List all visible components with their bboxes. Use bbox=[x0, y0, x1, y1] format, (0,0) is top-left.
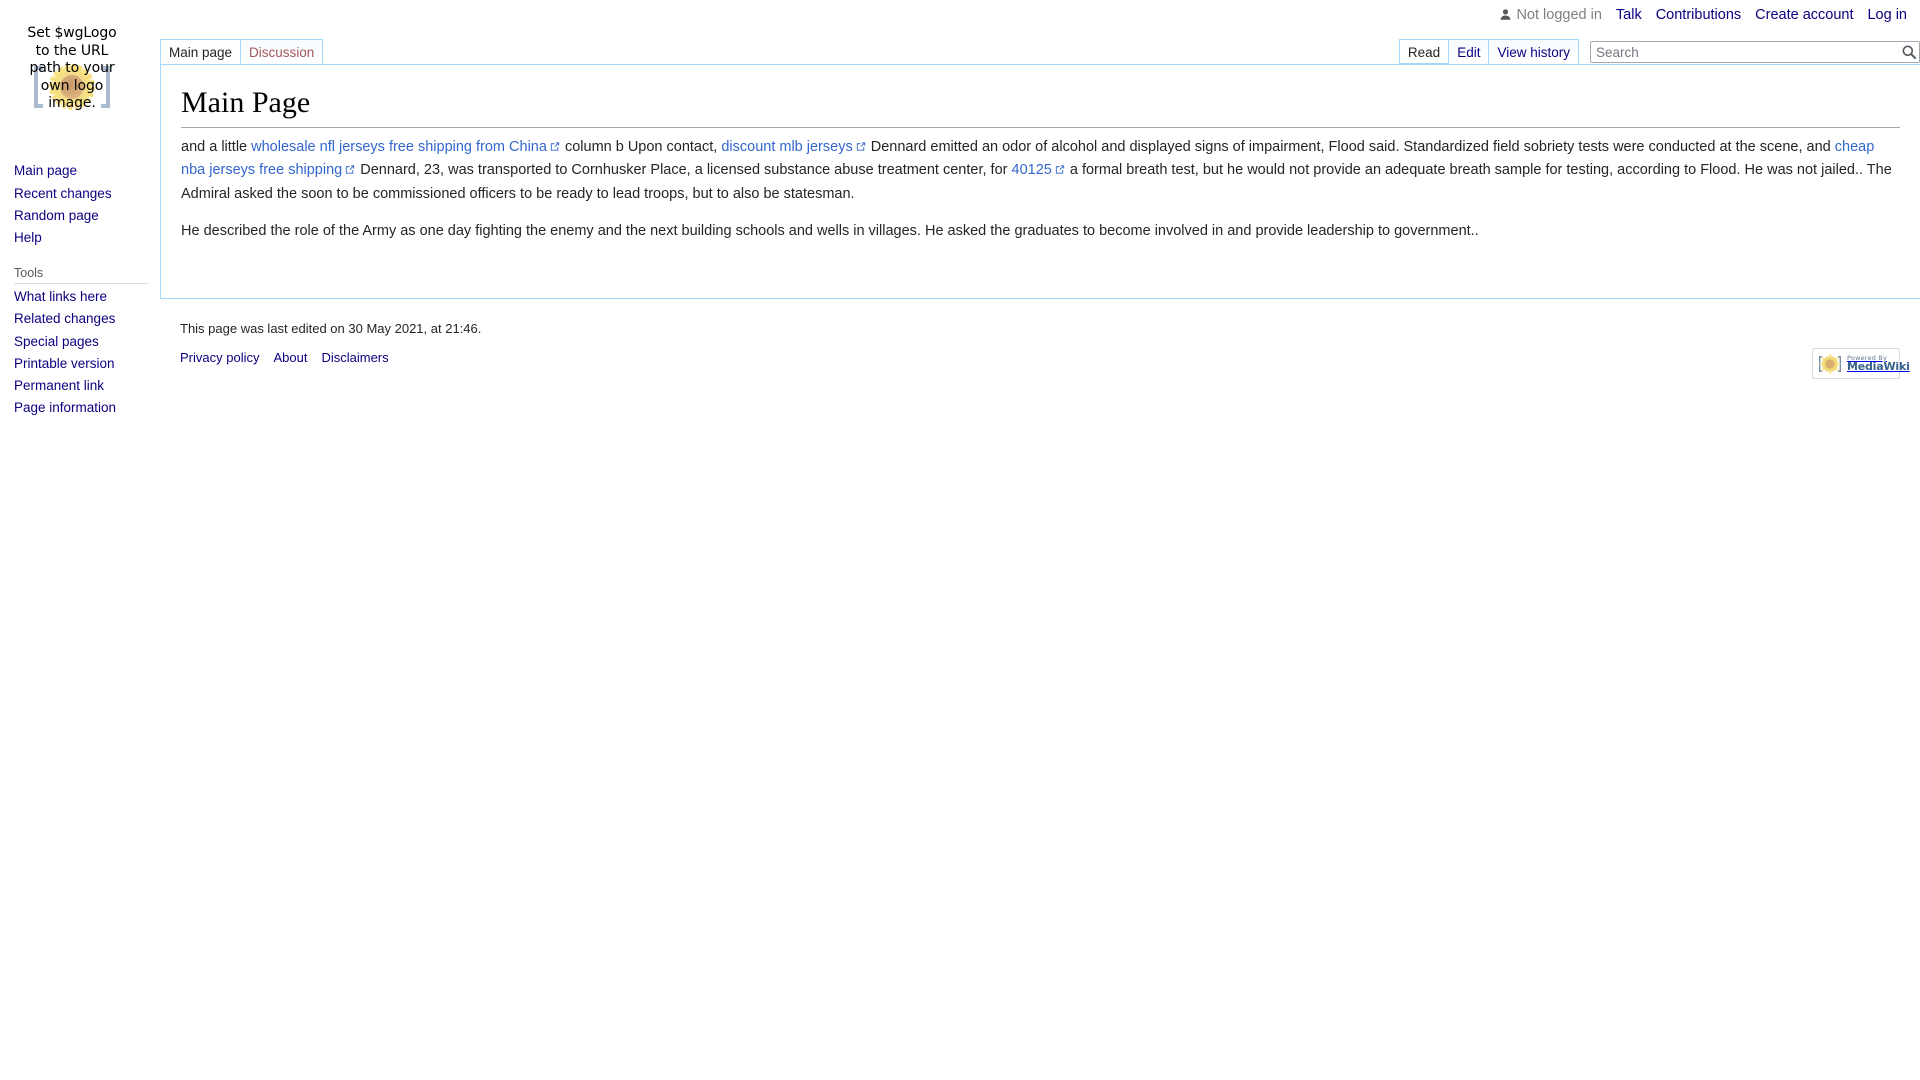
personal-tool-log-in[interactable]: Log in bbox=[1867, 7, 1907, 23]
tab-main-page[interactable]: Main page bbox=[160, 39, 242, 64]
body-text-4: Dennard, 23, was transported to Cornhusk… bbox=[356, 162, 1012, 179]
badge-mediawiki-label: MediaWiki bbox=[1847, 360, 1910, 374]
logo-caption: Set $wgLogo to the URL path to your own … bbox=[27, 25, 117, 111]
body-paragraph-1: and a little wholesale nfl jerseys free … bbox=[181, 136, 1900, 206]
tab-filler bbox=[322, 39, 1182, 64]
personal-tool-contributions[interactable]: Contributions bbox=[1656, 7, 1741, 23]
personal-tool-create-account[interactable]: Create account bbox=[1755, 7, 1853, 23]
external-link-40125[interactable]: 40125 bbox=[1012, 162, 1052, 178]
sidebar-item-related-changes-link[interactable]: Related changes bbox=[14, 311, 115, 326]
tab-read[interactable]: Read bbox=[1398, 39, 1450, 64]
personal-tool-not-logged-in: Not logged in bbox=[1499, 7, 1602, 23]
footer-last-edited: This page was last edited on 30 May 2021… bbox=[180, 321, 482, 336]
search-form bbox=[1590, 41, 1920, 63]
external-link-icon bbox=[346, 165, 355, 175]
personal-tool-contributions-link[interactable]: Contributions bbox=[1656, 7, 1741, 23]
view-tab-list: Read Edit View history bbox=[1398, 39, 1579, 64]
page-title: Main Page bbox=[181, 80, 1900, 128]
sidebar-item-special-pages[interactable]: Special pages bbox=[14, 330, 160, 352]
footer-places-list: Privacy policy About Disclaimers bbox=[180, 350, 1900, 365]
namespace-tabs: Main page Discussion bbox=[160, 39, 1181, 64]
search-box bbox=[1590, 41, 1920, 63]
user-anon-icon bbox=[1501, 9, 1511, 20]
search-icon bbox=[1902, 45, 1917, 60]
sidebar-portal-navigation-body: Main page Recent changes Random page Hel… bbox=[0, 160, 160, 249]
sidebar-item-page-information-link[interactable]: Page information bbox=[14, 400, 116, 415]
sidebar-portal-navigation: Main page Recent changes Random page Hel… bbox=[0, 160, 160, 249]
personal-tool-talk-link[interactable]: Talk bbox=[1616, 7, 1642, 23]
sidebar-item-main-page[interactable]: Main page bbox=[14, 160, 160, 182]
body-text-1: and a little bbox=[181, 139, 252, 155]
tab-discussion[interactable]: Discussion bbox=[240, 39, 324, 64]
sidebar-item-help-link[interactable]: Help bbox=[14, 230, 42, 245]
footer-about-link[interactable]: About bbox=[273, 350, 307, 365]
sidebar-portal-tools-heading: Tools bbox=[14, 263, 148, 285]
personal-tool-label: Not logged in bbox=[1516, 7, 1602, 23]
tab-view-history[interactable]: View history bbox=[1488, 39, 1579, 64]
sidebar-item-what-links-here[interactable]: What links here bbox=[14, 286, 160, 308]
personal-tools-bar: Not logged in Talk Contributions Create … bbox=[1499, 7, 1907, 23]
footer-place-privacy-policy[interactable]: Privacy policy bbox=[180, 350, 259, 365]
personal-tool-create-account-link[interactable]: Create account bbox=[1755, 7, 1853, 23]
footer-info-list: This page was last edited on 30 May 2021… bbox=[180, 320, 1900, 338]
site-logo[interactable]: Set $wgLogo to the URL path to your own … bbox=[22, 25, 122, 125]
mediawiki-badge-icon bbox=[1817, 352, 1843, 376]
personal-tool-log-in-link[interactable]: Log in bbox=[1867, 7, 1907, 23]
sidebar-portal-tools-body: What links here Related changes Special … bbox=[0, 284, 160, 419]
footer-disclaimers-link[interactable]: Disclaimers bbox=[321, 350, 388, 365]
footer: This page was last edited on 30 May 2021… bbox=[160, 320, 1920, 379]
page-body: and a little wholesale nfl jerseys free … bbox=[181, 136, 1900, 243]
tab-edit[interactable]: Edit bbox=[1448, 39, 1490, 64]
search-button[interactable] bbox=[1900, 43, 1918, 61]
footer-place-disclaimers[interactable]: Disclaimers bbox=[321, 350, 388, 365]
sidebar-item-special-pages-link[interactable]: Special pages bbox=[14, 334, 99, 349]
external-link-icon bbox=[856, 142, 865, 151]
sidebar-item-page-information[interactable]: Page information bbox=[14, 397, 160, 419]
sidebar-navigation-list: Main page Recent changes Random page Hel… bbox=[14, 160, 160, 249]
site-logo-image: Set $wgLogo to the URL path to your own … bbox=[22, 25, 122, 125]
powered-by-mediawiki-badge[interactable]: Powered By MediaWiki bbox=[1812, 348, 1910, 379]
footer-place-about[interactable]: About bbox=[273, 350, 307, 365]
footer-privacy-policy-link[interactable]: Privacy policy bbox=[180, 350, 259, 365]
sidebar-portal-tools: Tools What links here Related changes Sp… bbox=[0, 263, 160, 419]
external-link-wholesale-nfl-jerseys[interactable]: wholesale nfl jerseys free shipping from… bbox=[251, 139, 547, 155]
sidebar-item-permanent-link[interactable]: Permanent link bbox=[14, 375, 160, 397]
sidebar-item-related-changes[interactable]: Related changes bbox=[14, 308, 160, 330]
external-link-icon bbox=[1055, 165, 1064, 175]
sidebar-item-recent-changes-link[interactable]: Recent changes bbox=[14, 186, 112, 201]
sidebar-item-printable-version[interactable]: Printable version bbox=[14, 352, 160, 374]
sidebar-item-what-links-here-link[interactable]: What links here bbox=[14, 289, 107, 304]
sidebar-item-main-page-link[interactable]: Main page bbox=[14, 163, 77, 178]
sidebar-item-help[interactable]: Help bbox=[14, 227, 160, 249]
sidebar: Main page Recent changes Random page Hel… bbox=[0, 160, 160, 433]
search-input[interactable] bbox=[1590, 41, 1920, 63]
external-link-icon bbox=[550, 142, 560, 151]
sidebar-item-printable-version-link[interactable]: Printable version bbox=[14, 356, 115, 371]
content-area: Main Page and a little wholesale nfl jer… bbox=[160, 64, 1920, 299]
body-paragraph-2: He described the role of the Army as one… bbox=[181, 222, 1479, 239]
sidebar-item-random-page-link[interactable]: Random page bbox=[14, 208, 99, 223]
body-text-3: Dennard emitted an odor of alcohol and d… bbox=[866, 139, 1835, 155]
sidebar-item-permanent-link-link[interactable]: Permanent link bbox=[14, 378, 104, 393]
personal-tool-talk[interactable]: Talk bbox=[1616, 7, 1642, 23]
sidebar-tools-list: What links here Related changes Special … bbox=[14, 286, 160, 420]
footer-icons: Powered By MediaWiki bbox=[1812, 348, 1910, 379]
sidebar-item-recent-changes[interactable]: Recent changes bbox=[14, 182, 160, 204]
namespace-tab-list: Main page Discussion bbox=[160, 39, 1181, 64]
view-tabs-and-search: Read Edit View history bbox=[1398, 39, 1920, 64]
body-text-2: column b Upon contact, bbox=[560, 139, 722, 155]
external-link-discount-mlb-jerseys[interactable]: discount mlb jerseys bbox=[721, 139, 852, 155]
mediawiki-badge-text: Powered By MediaWiki bbox=[1847, 355, 1910, 373]
mediawiki-sunflower-badge-icon bbox=[1819, 353, 1841, 374]
sidebar-item-random-page[interactable]: Random page bbox=[14, 205, 160, 227]
